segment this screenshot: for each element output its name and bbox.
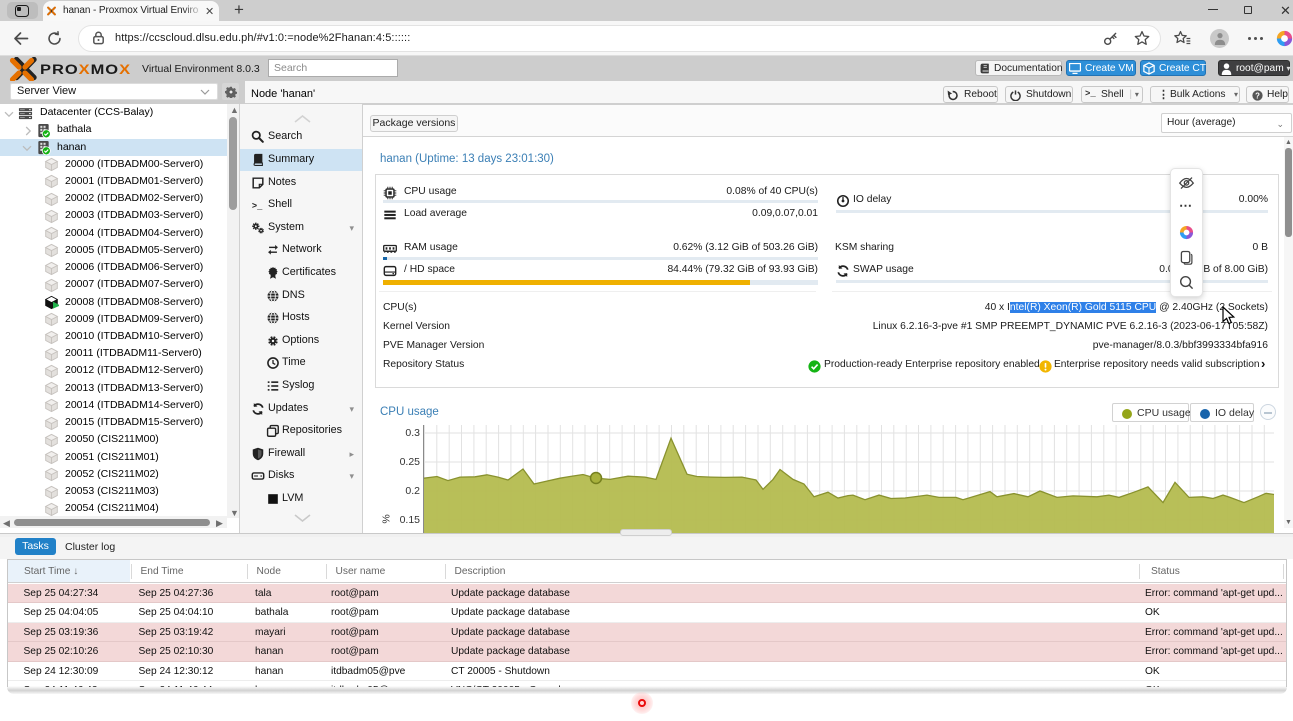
svg-text:?: ? xyxy=(1255,91,1260,100)
